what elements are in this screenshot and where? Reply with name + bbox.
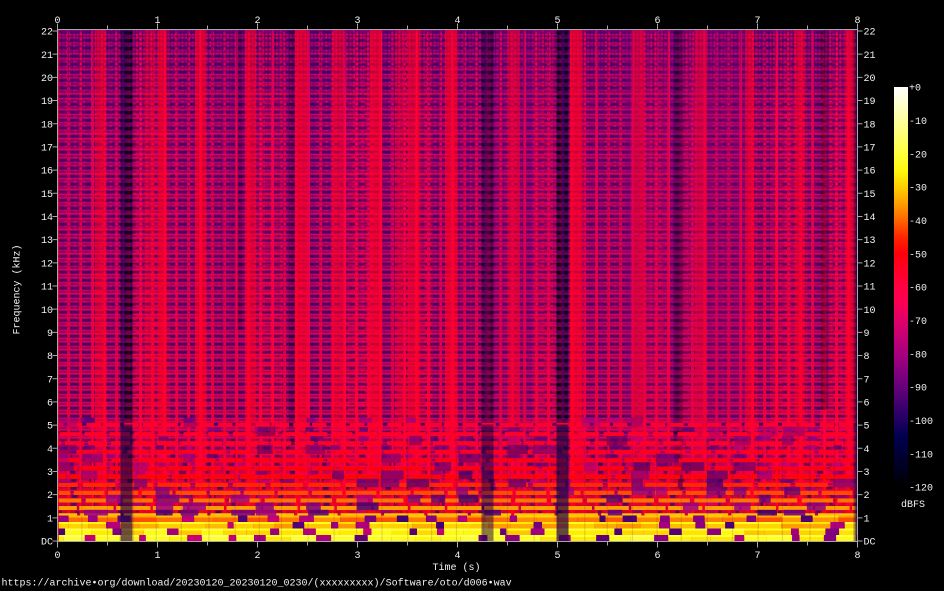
svg-text:7: 7: [754, 16, 760, 27]
svg-text:DC: DC: [41, 538, 53, 549]
svg-text:1: 1: [864, 514, 870, 525]
svg-text:10: 10: [41, 306, 53, 317]
svg-text:7: 7: [754, 551, 760, 562]
svg-text:16: 16: [41, 167, 53, 178]
svg-text:8: 8: [864, 352, 870, 363]
svg-text:-120: -120: [909, 484, 933, 495]
svg-text:14: 14: [864, 213, 876, 224]
svg-text:11: 11: [41, 283, 53, 294]
svg-text:1: 1: [154, 551, 160, 562]
svg-text:8: 8: [854, 16, 860, 27]
svg-text:3: 3: [354, 16, 360, 27]
svg-text:-100: -100: [909, 417, 933, 428]
svg-text:6: 6: [654, 16, 660, 27]
svg-text:DC: DC: [864, 538, 876, 549]
svg-text:-110: -110: [909, 450, 933, 461]
svg-text:17: 17: [864, 144, 876, 155]
svg-text:21: 21: [864, 51, 876, 62]
svg-text:6: 6: [654, 551, 660, 562]
svg-text:6: 6: [47, 399, 53, 410]
svg-text:4: 4: [454, 16, 460, 27]
svg-text:dBFS: dBFS: [901, 499, 925, 511]
svg-text:5: 5: [554, 551, 560, 562]
svg-text:2: 2: [47, 491, 53, 502]
svg-text:2: 2: [254, 16, 260, 27]
svg-text:19: 19: [864, 97, 876, 108]
svg-text:1: 1: [154, 16, 160, 27]
svg-text:20: 20: [41, 74, 53, 85]
svg-text:12: 12: [864, 259, 876, 270]
svg-text:+0: +0: [909, 84, 921, 95]
svg-text:13: 13: [864, 236, 876, 247]
svg-text:15: 15: [41, 190, 53, 201]
svg-text:-20: -20: [909, 150, 927, 161]
svg-text:https://archive•org/download/2: https://archive•org/download/20230120_20…: [2, 578, 512, 590]
svg-text:5: 5: [864, 422, 870, 433]
svg-text:-10: -10: [909, 117, 927, 128]
svg-text:-50: -50: [909, 250, 927, 261]
svg-text:18: 18: [864, 120, 876, 131]
svg-text:7: 7: [47, 375, 53, 386]
svg-text:0: 0: [54, 551, 60, 562]
svg-text:17: 17: [41, 144, 53, 155]
svg-text:8: 8: [47, 352, 53, 363]
svg-text:8: 8: [854, 551, 860, 562]
svg-text:14: 14: [41, 213, 53, 224]
svg-text:4: 4: [864, 445, 870, 456]
svg-text:-70: -70: [909, 317, 927, 328]
svg-text:-60: -60: [909, 284, 927, 295]
svg-text:4: 4: [454, 551, 460, 562]
svg-text:-90: -90: [909, 384, 927, 395]
svg-text:4: 4: [47, 445, 53, 456]
svg-text:18: 18: [41, 120, 53, 131]
svg-text:13: 13: [41, 236, 53, 247]
svg-text:2: 2: [864, 491, 870, 502]
svg-text:0: 0: [54, 16, 60, 27]
svg-text:15: 15: [864, 190, 876, 201]
svg-text:1: 1: [47, 514, 53, 525]
svg-text:3: 3: [864, 468, 870, 479]
svg-text:2: 2: [254, 551, 260, 562]
svg-text:5: 5: [554, 16, 560, 27]
svg-text:-40: -40: [909, 217, 927, 228]
svg-text:3: 3: [354, 551, 360, 562]
svg-text:-80: -80: [909, 350, 927, 361]
svg-text:6: 6: [864, 399, 870, 410]
svg-text:Time (s): Time (s): [432, 562, 480, 574]
svg-text:21: 21: [41, 51, 53, 62]
svg-text:12: 12: [41, 259, 53, 270]
svg-text:9: 9: [864, 329, 870, 340]
svg-text:5: 5: [47, 422, 53, 433]
svg-text:19: 19: [41, 97, 53, 108]
svg-text:9: 9: [47, 329, 53, 340]
svg-text:-30: -30: [909, 184, 927, 195]
svg-text:11: 11: [864, 283, 876, 294]
svg-text:10: 10: [864, 306, 876, 317]
svg-text:3: 3: [47, 468, 53, 479]
svg-text:7: 7: [864, 375, 870, 386]
svg-text:Frequency (kHz): Frequency (kHz): [12, 244, 24, 334]
svg-text:22: 22: [41, 28, 53, 39]
svg-text:20: 20: [864, 74, 876, 85]
svg-text:22: 22: [864, 28, 876, 39]
svg-text:16: 16: [864, 167, 876, 178]
